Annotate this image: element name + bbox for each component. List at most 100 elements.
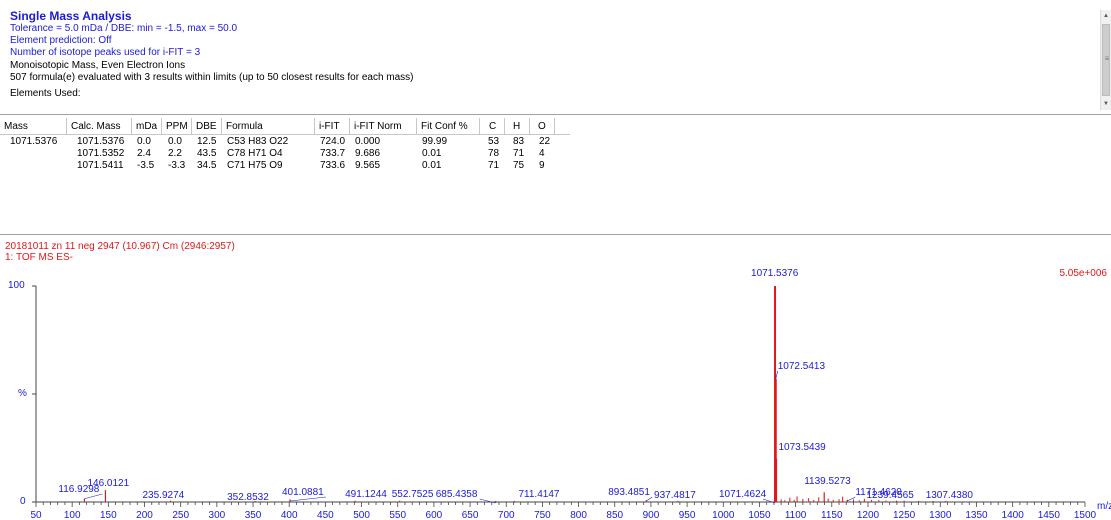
- cell-o: 22: [539, 136, 551, 147]
- grip-icon: ≡: [1104, 54, 1110, 63]
- x-tick-label: 200: [136, 510, 153, 520]
- cell-mda: 0.0: [137, 136, 151, 147]
- x-tick-label: 1450: [1038, 510, 1061, 520]
- x-tick-label: 1150: [821, 510, 843, 520]
- peak-label: 1071.5376: [751, 268, 799, 279]
- table-row[interactable]: 1071.5411 -3.5 -3.3 34.5 C71 H75 O9 733.…: [0, 160, 570, 172]
- col-header-formula[interactable]: Formula: [222, 118, 315, 135]
- x-tick-label: 700: [498, 510, 515, 520]
- x-tick-label: 1200: [857, 510, 880, 520]
- cell-mass: 1071.5376: [10, 136, 58, 147]
- peak-label: 893.4851: [608, 487, 650, 498]
- peak-label: 685.4358: [436, 489, 478, 500]
- cell-ifit-norm: 9.686: [355, 148, 381, 159]
- peak-label: 552.7525: [392, 489, 434, 500]
- col-header-calc-mass[interactable]: Calc. Mass: [67, 118, 132, 135]
- x-tick-label: 600: [426, 510, 443, 520]
- peak-label: 1239.4565: [867, 490, 915, 501]
- peak-label: 1073.5439: [778, 442, 826, 453]
- x-axis-unit-label: m/z: [1097, 501, 1111, 512]
- analysis-header-panel: Single Mass Analysis Tolerance = 5.0 mDa…: [0, 0, 1111, 115]
- cell-dbe: 43.5: [197, 148, 217, 159]
- peak-label: 1071.4624: [719, 489, 767, 500]
- col-header-ifit-norm[interactable]: i-FIT Norm: [350, 118, 417, 135]
- x-tick-label: 650: [462, 510, 479, 520]
- formulae-evaluated-line: 507 formula(e) evaluated with 3 results …: [10, 71, 414, 83]
- x-tick-label: 800: [570, 510, 587, 520]
- x-tick-label: 900: [643, 510, 660, 520]
- elements-used-line: Elements Used:: [10, 88, 81, 100]
- x-tick-label: 950: [679, 510, 696, 520]
- cell-fit-conf: 0.01: [422, 148, 442, 159]
- cell-c: 71: [488, 160, 500, 171]
- peak-label-leader: [775, 370, 779, 379]
- x-tick-label: 1000: [712, 510, 735, 520]
- cell-formula: C53 H83 O22: [227, 136, 289, 147]
- x-tick-label: 450: [317, 510, 334, 520]
- cell-h: 71: [513, 148, 525, 159]
- cell-formula: C71 H75 O9: [227, 160, 283, 171]
- col-header-fit-conf[interactable]: Fit Conf %: [417, 118, 480, 135]
- scrollbar-thumb[interactable]: ≡: [1102, 24, 1110, 96]
- peak-label: 1307.4380: [926, 490, 974, 501]
- x-tick-label: 1050: [748, 510, 771, 520]
- col-header-h[interactable]: H: [505, 118, 530, 135]
- cell-calc-mass: 1071.5411: [77, 160, 124, 171]
- peak-label-leader: [847, 496, 856, 502]
- x-tick-label: 1350: [965, 510, 988, 520]
- analysis-parameters: Single Mass Analysis Tolerance = 5.0 mDa…: [10, 10, 1090, 100]
- col-header-ppm[interactable]: PPM: [162, 118, 192, 135]
- cell-fit-conf: 99.99: [422, 136, 448, 147]
- scroll-down-arrow-icon[interactable]: ▼: [1101, 98, 1111, 110]
- cell-ifit-norm: 0.000: [355, 136, 381, 147]
- table-row[interactable]: 1071.5352 2.4 2.2 43.5 C78 H71 O4 733.7 …: [0, 148, 570, 160]
- col-header-mass[interactable]: Mass: [0, 118, 67, 135]
- col-header-mda[interactable]: mDa: [132, 118, 162, 135]
- peak-label: 146.0121: [87, 478, 129, 489]
- cell-ifit: 733.6: [320, 160, 346, 171]
- peak-label: 711.4147: [518, 489, 559, 500]
- x-tick-label: 850: [606, 510, 623, 520]
- cell-ppm: 0.0: [168, 136, 182, 147]
- x-tick-label: 150: [100, 510, 117, 520]
- table-row[interactable]: 1071.5376 1071.5376 0.0 0.0 12.5 C53 H83…: [0, 136, 570, 148]
- tolerance-line: Tolerance = 5.0 mDa / DBE: min = -1.5, m…: [10, 23, 238, 34]
- peak-label: 1139.5273: [804, 476, 851, 487]
- cell-c: 78: [488, 148, 500, 159]
- mass-spectrum-panel[interactable]: 20181011 zn 11 neg 2947 (10.967) Cm (294…: [0, 236, 1111, 520]
- x-tick-label: 250: [172, 510, 189, 520]
- x-tick-label: 1300: [929, 510, 952, 520]
- col-header-o[interactable]: O: [530, 118, 555, 135]
- cell-o: 4: [539, 148, 545, 159]
- peak-label: 491.1244: [345, 489, 387, 500]
- cell-ifit-norm: 9.565: [355, 160, 381, 171]
- cell-formula: C78 H71 O4: [227, 148, 283, 159]
- cell-dbe: 34.5: [197, 160, 217, 171]
- results-table-body: 1071.5376 1071.5376 0.0 0.0 12.5 C53 H83…: [0, 136, 570, 172]
- peak-label: 235.9274: [143, 490, 185, 501]
- x-tick-label: 100: [64, 510, 81, 520]
- x-tick-label: 350: [245, 510, 262, 520]
- col-header-dbe[interactable]: DBE: [192, 118, 222, 135]
- cell-calc-mass: 1071.5352: [77, 148, 125, 159]
- cell-ifit: 733.7: [320, 148, 346, 159]
- analysis-title: Single Mass Analysis: [10, 9, 132, 23]
- x-tick-label: 1400: [1002, 510, 1025, 520]
- element-prediction-line: Element prediction: Off: [10, 35, 112, 47]
- scroll-up-arrow-icon[interactable]: ▲: [1101, 10, 1111, 22]
- isotope-peaks-line: Number of isotope peaks used for i-FIT =…: [10, 47, 201, 59]
- col-header-ifit[interactable]: i-FIT: [315, 118, 350, 135]
- peak-label: 1072.5413: [778, 361, 826, 372]
- header-scrollbar[interactable]: ▲ ≡ ▼: [1100, 10, 1111, 110]
- peak-label: 937.4817: [654, 490, 696, 501]
- x-tick-label: 750: [534, 510, 551, 520]
- cell-c: 53: [488, 136, 500, 147]
- x-tick-label: 500: [353, 510, 370, 520]
- peak-label: 352.8532: [227, 492, 269, 503]
- spectrum-plot[interactable]: 50 100 150 200 250 300 350 400 450 500 550 600 650 70…: [0, 236, 1111, 520]
- col-header-c[interactable]: C: [480, 118, 505, 135]
- monoisotopic-line: Monoisotopic Mass, Even Electron Ions: [10, 59, 186, 71]
- cell-ppm: -3.3: [168, 160, 186, 171]
- cell-mda: 2.4: [137, 148, 151, 159]
- cell-ppm: 2.2: [168, 148, 182, 159]
